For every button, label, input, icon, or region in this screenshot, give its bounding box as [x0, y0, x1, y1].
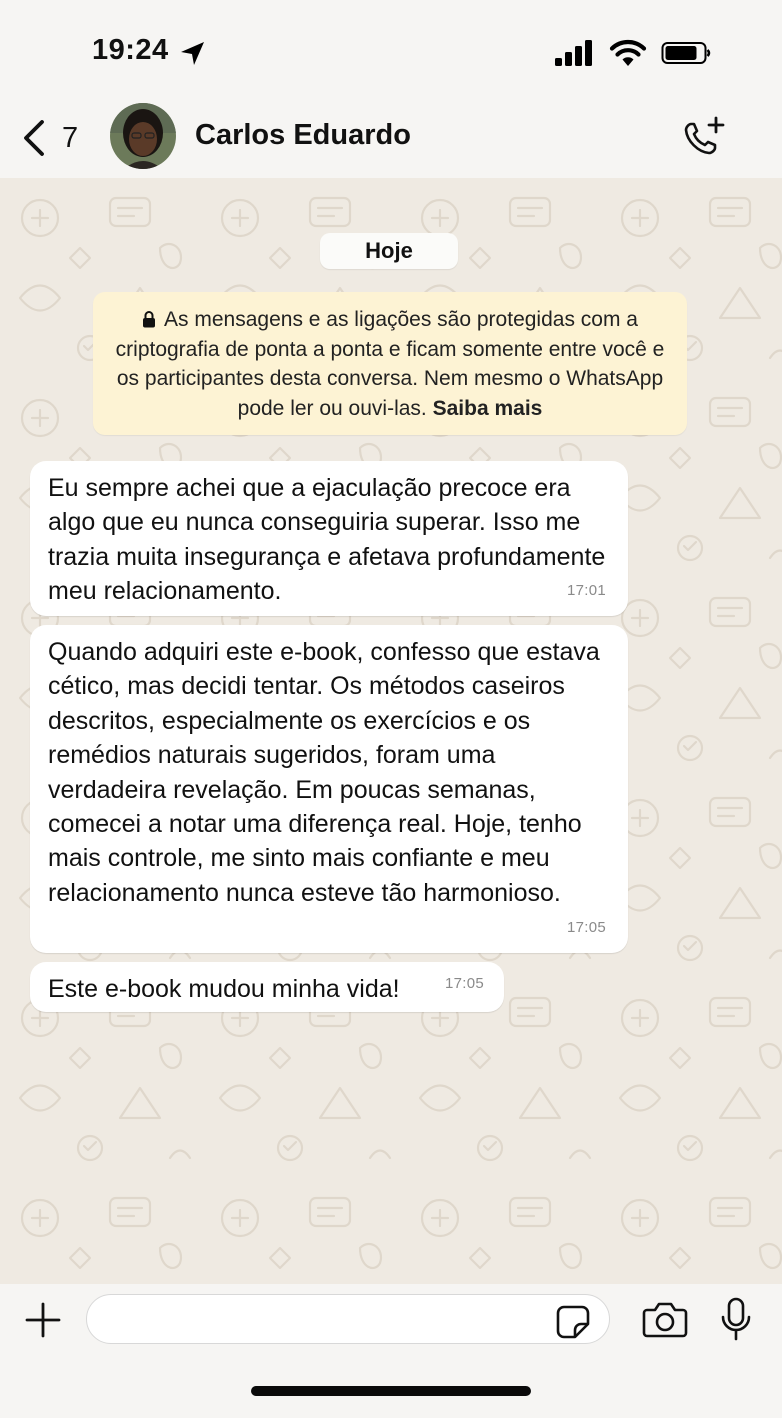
encryption-notice-text: As mensagens e as ligações são protegida…	[115, 308, 665, 420]
battery-icon	[661, 42, 711, 64]
home-indicator[interactable]	[251, 1386, 531, 1396]
chevron-left-icon	[24, 120, 44, 156]
status-bar: 19:24	[0, 0, 782, 100]
back-button[interactable]: 7	[20, 116, 90, 160]
message-bubble[interactable]: Este e-book mudou minha vida! 17:05	[30, 962, 504, 1012]
chat-header: 7 Carlos Eduardo	[0, 100, 782, 178]
date-separator: Hoje	[320, 233, 458, 269]
plus-icon[interactable]	[24, 1301, 62, 1339]
message-input[interactable]	[105, 1295, 545, 1342]
sticker-icon[interactable]	[555, 1304, 591, 1340]
message-time: 17:01	[566, 581, 606, 599]
encryption-notice[interactable]: As mensagens e as ligações são protegida…	[93, 292, 687, 435]
input-bar	[0, 1284, 782, 1418]
microphone-icon[interactable]	[718, 1296, 754, 1342]
avatar[interactable]	[110, 103, 176, 169]
wifi-icon	[609, 40, 647, 66]
message-bubble[interactable]: Eu sempre achei que a ejaculação precoce…	[30, 461, 628, 616]
message-bubble[interactable]: Quando adquiri este e-book, confesso que…	[30, 625, 628, 953]
unread-count: 7	[62, 121, 79, 154]
lock-icon	[143, 311, 156, 328]
location-arrow-icon	[181, 42, 204, 65]
message-input-container[interactable]	[86, 1294, 610, 1344]
message-text: Quando adquiri este e-book, confesso que…	[48, 638, 600, 907]
message-time: 17:05	[566, 918, 606, 936]
learn-more-link[interactable]: Saiba mais	[433, 397, 543, 420]
contact-name[interactable]: Carlos Eduardo	[195, 119, 411, 152]
camera-icon[interactable]	[642, 1299, 688, 1339]
cellular-signal-icon	[555, 40, 592, 66]
chat-area[interactable]: Hoje As mensagens e as ligações são prot…	[0, 178, 782, 1284]
status-time: 19:24	[92, 34, 169, 66]
message-text: Este e-book mudou minha vida!	[48, 975, 400, 1003]
message-time: 17:05	[444, 974, 484, 992]
message-text: Eu sempre achei que a ejaculação precoce…	[48, 474, 606, 606]
add-call-icon[interactable]	[680, 115, 730, 159]
